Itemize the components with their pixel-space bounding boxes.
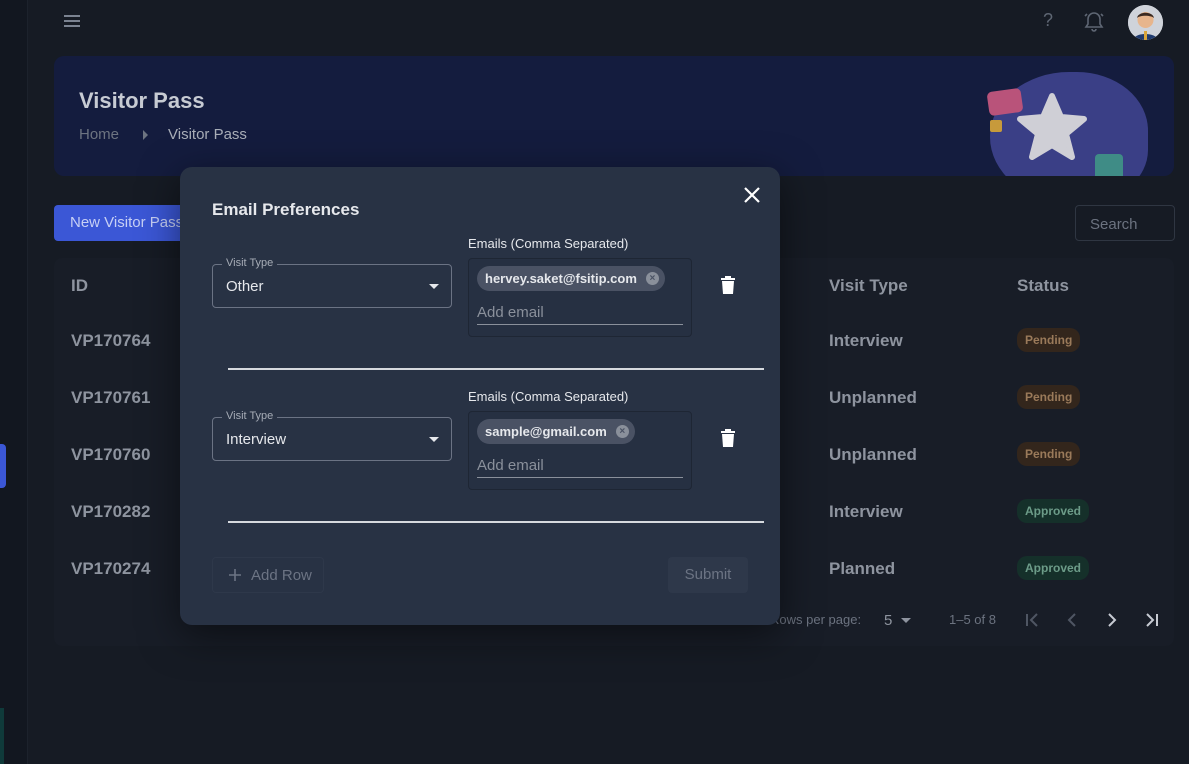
previous-page-icon[interactable] <box>1062 610 1082 630</box>
email-chip-label: hervey.saket@fsitip.com <box>485 271 637 286</box>
column-header-id[interactable]: ID <box>71 276 88 296</box>
email-chip-field[interactable]: hervey.saket@fsitip.com × <box>468 258 692 337</box>
next-page-icon[interactable] <box>1102 610 1122 630</box>
delete-row-icon[interactable] <box>718 274 738 296</box>
visit-type-select[interactable]: Visit Type Other <box>212 257 452 308</box>
row-divider <box>228 368 764 370</box>
visit-type-value: Other <box>226 278 264 295</box>
table-row-id: VP170760 <box>71 445 151 464</box>
add-email-input[interactable] <box>477 301 683 325</box>
decor-square-icon <box>990 120 1002 132</box>
column-header-visit-type[interactable]: Visit Type <box>829 276 908 296</box>
chevron-down-icon <box>429 437 439 442</box>
remove-chip-icon[interactable]: × <box>615 425 629 438</box>
table-row-id: VP170764 <box>71 331 151 350</box>
breadcrumb: Home Visitor Pass <box>79 126 247 143</box>
status-badge: Pending <box>1017 328 1081 352</box>
table-row-visit-type: Unplanned <box>829 445 917 464</box>
row-divider <box>228 521 764 523</box>
column-header-status[interactable]: Status <box>1017 276 1069 296</box>
breadcrumb-home[interactable]: Home <box>79 126 119 143</box>
visit-type-select[interactable]: Visit Type Interview <box>212 410 452 461</box>
emails-label: Emails (Comma Separated) <box>468 389 629 404</box>
last-page-icon[interactable] <box>1142 610 1162 630</box>
email-preferences-dialog: Email Preferences Emails (Comma Separate… <box>180 167 780 625</box>
bell-icon[interactable] <box>1082 10 1106 34</box>
status-badge: Pending <box>1017 442 1081 466</box>
table-row-id: VP170282 <box>71 502 151 521</box>
dialog-title: Email Preferences <box>212 200 360 219</box>
star-icon <box>1017 93 1087 160</box>
side-rail-bottom-tab[interactable] <box>0 708 4 764</box>
emails-label: Emails (Comma Separated) <box>468 236 629 251</box>
side-rail-active-tab[interactable] <box>0 444 6 488</box>
help-icon[interactable]: ? <box>1038 10 1058 34</box>
breadcrumb-separator-icon <box>143 129 149 140</box>
delete-row-icon[interactable] <box>718 427 738 449</box>
menu-icon[interactable] <box>62 12 82 32</box>
new-visitor-pass-button[interactable]: New Visitor Pass <box>54 205 184 241</box>
status-badge: Approved <box>1017 556 1090 580</box>
plus-icon <box>229 569 241 581</box>
visit-type-label: Visit Type <box>222 257 278 269</box>
rows-per-page-label: Rows per page: <box>770 612 862 627</box>
table-row-visit-type: Planned <box>829 559 896 578</box>
pagination-range: 1–5 of 8 <box>949 612 996 627</box>
visit-type-value: Interview <box>226 431 287 448</box>
table-row-visit-type: Unplanned <box>829 388 917 407</box>
add-email-input[interactable] <box>477 454 683 478</box>
first-page-icon[interactable] <box>1022 610 1042 630</box>
table-row-visit-type: Interview <box>829 331 903 350</box>
side-rail <box>0 0 28 764</box>
page-title: Visitor Pass <box>79 88 205 113</box>
breadcrumb-current: Visitor Pass <box>168 126 247 143</box>
visit-type-label: Visit Type <box>222 410 278 422</box>
email-chip[interactable]: sample@gmail.com × <box>477 419 635 444</box>
chevron-down-icon <box>429 284 439 289</box>
add-row-label: Add Row <box>251 567 312 584</box>
status-badge: Approved <box>1017 499 1090 523</box>
email-chip-field[interactable]: sample@gmail.com × <box>468 411 692 490</box>
remove-chip-icon[interactable]: × <box>645 272 659 285</box>
close-icon[interactable] <box>742 185 762 205</box>
chat-card-icon <box>986 87 1024 117</box>
email-chip[interactable]: hervey.saket@fsitip.com × <box>477 266 665 291</box>
submit-button[interactable]: Submit <box>668 557 748 593</box>
table-row-id: VP170761 <box>71 388 151 407</box>
search-input[interactable]: Search <box>1075 205 1175 241</box>
email-chip-label: sample@gmail.com <box>485 424 607 439</box>
rows-per-page-select[interactable]: 5 <box>884 612 892 629</box>
decor-teal-square-icon <box>1095 154 1123 176</box>
status-badge: Pending <box>1017 385 1081 409</box>
page-banner: Visitor Pass Home Visitor Pass <box>54 56 1174 176</box>
user-avatar[interactable] <box>1128 5 1163 40</box>
table-row-id: VP170274 <box>71 559 151 578</box>
rows-per-page-caret-icon[interactable] <box>901 618 911 623</box>
table-row-visit-type: Interview <box>829 502 903 521</box>
add-row-button[interactable]: Add Row <box>212 557 324 593</box>
